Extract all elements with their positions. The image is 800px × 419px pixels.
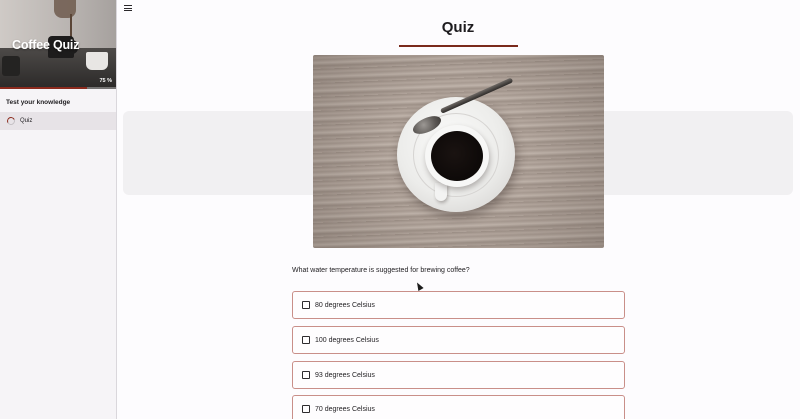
course-title: Coffee Quiz	[12, 38, 80, 52]
checkbox-icon[interactable]	[302, 405, 310, 413]
checkbox-icon[interactable]	[302, 301, 310, 309]
coffee-cup-photo	[313, 55, 604, 248]
answer-option[interactable]: 100 degrees Celsius	[292, 326, 625, 354]
mouse-cursor-icon	[414, 281, 424, 291]
answer-option[interactable]: 80 degrees Celsius	[292, 291, 625, 319]
progress-bar	[0, 87, 116, 89]
progress-percent: 75 %	[99, 78, 112, 84]
answer-option[interactable]: 93 degrees Celsius	[292, 361, 625, 389]
sidebar-item-label: Quiz	[20, 118, 33, 124]
sidebar-item-quiz[interactable]: Quiz	[0, 112, 116, 130]
question-text: What water temperature is suggested for …	[292, 267, 470, 274]
answer-option[interactable]: 70 degrees Celsius	[292, 395, 625, 419]
course-hero-image: Coffee Quiz 75 %	[0, 0, 116, 89]
app-root: Coffee Quiz 75 % Test your knowledge Qui…	[0, 0, 800, 419]
checkbox-icon[interactable]	[302, 336, 310, 344]
hamburger-menu-icon[interactable]	[124, 4, 133, 13]
progress-bar-fill	[0, 87, 87, 89]
sidebar: Coffee Quiz 75 % Test your knowledge Qui…	[0, 0, 117, 419]
checkbox-icon[interactable]	[302, 371, 310, 379]
answer-option-label: 93 degrees Celsius	[315, 371, 375, 379]
answer-option-label: 100 degrees Celsius	[315, 336, 379, 344]
page-title: Quiz	[441, 19, 475, 36]
section-title: Test your knowledge	[6, 99, 71, 106]
progress-spinner-icon	[5, 115, 17, 127]
answer-option-label: 80 degrees Celsius	[315, 301, 375, 309]
title-underline	[399, 45, 518, 47]
answer-option-label: 70 degrees Celsius	[315, 405, 375, 413]
